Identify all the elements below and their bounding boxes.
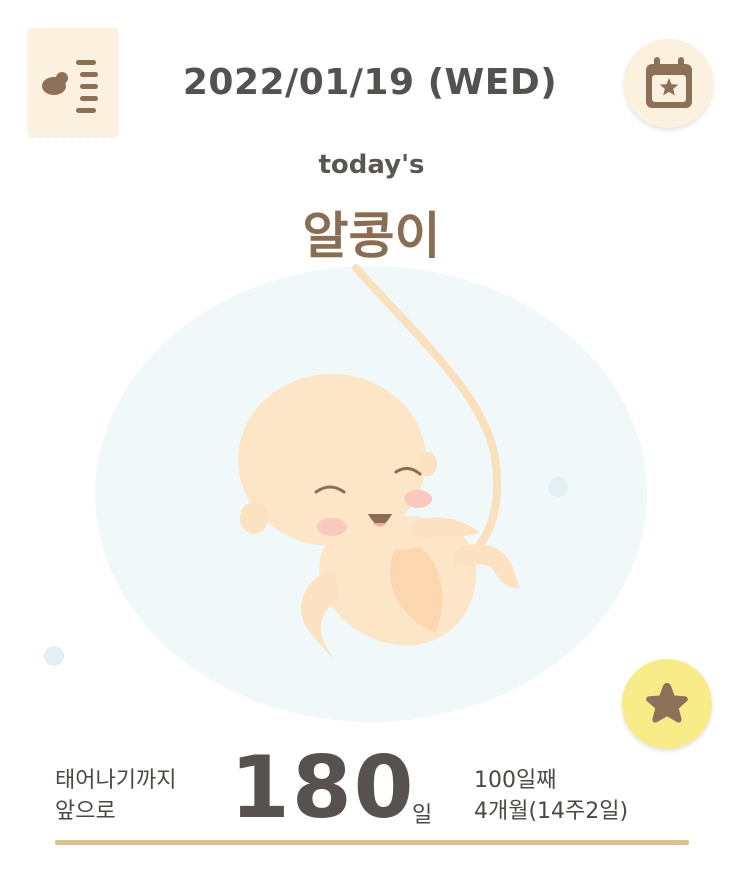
favorite-button[interactable] [622, 659, 712, 749]
memo-list-icon [42, 60, 98, 113]
pregnancy-progress-info: 100일째 4개월(14주2일) [474, 765, 628, 827]
divider [55, 840, 689, 845]
days-remaining: 180 [230, 738, 416, 838]
fetus-illustration [44, 264, 647, 722]
pregnancy-day-screen: 2022/01/19 (WED) today's 알콩이 태어나기까지 앞으로 … [0, 0, 743, 888]
countdown-label-line1: 태어나기까지 [55, 768, 177, 793]
countdown-label-line2: 앞으로 [55, 799, 116, 824]
month-week: 4개월(14주2일) [474, 799, 629, 824]
date-title: 2022/01/19 (WED) [182, 62, 558, 103]
memo-button[interactable] [28, 28, 118, 141]
day-number: 100일째 [474, 768, 557, 793]
calendar-star-icon [646, 57, 692, 108]
countdown-label: 태어나기까지 앞으로 [55, 765, 176, 827]
heading-subtitle: today's [318, 150, 425, 180]
days-unit: 일 [412, 803, 433, 828]
star-icon [646, 683, 688, 723]
calendar-button[interactable] [624, 39, 713, 128]
